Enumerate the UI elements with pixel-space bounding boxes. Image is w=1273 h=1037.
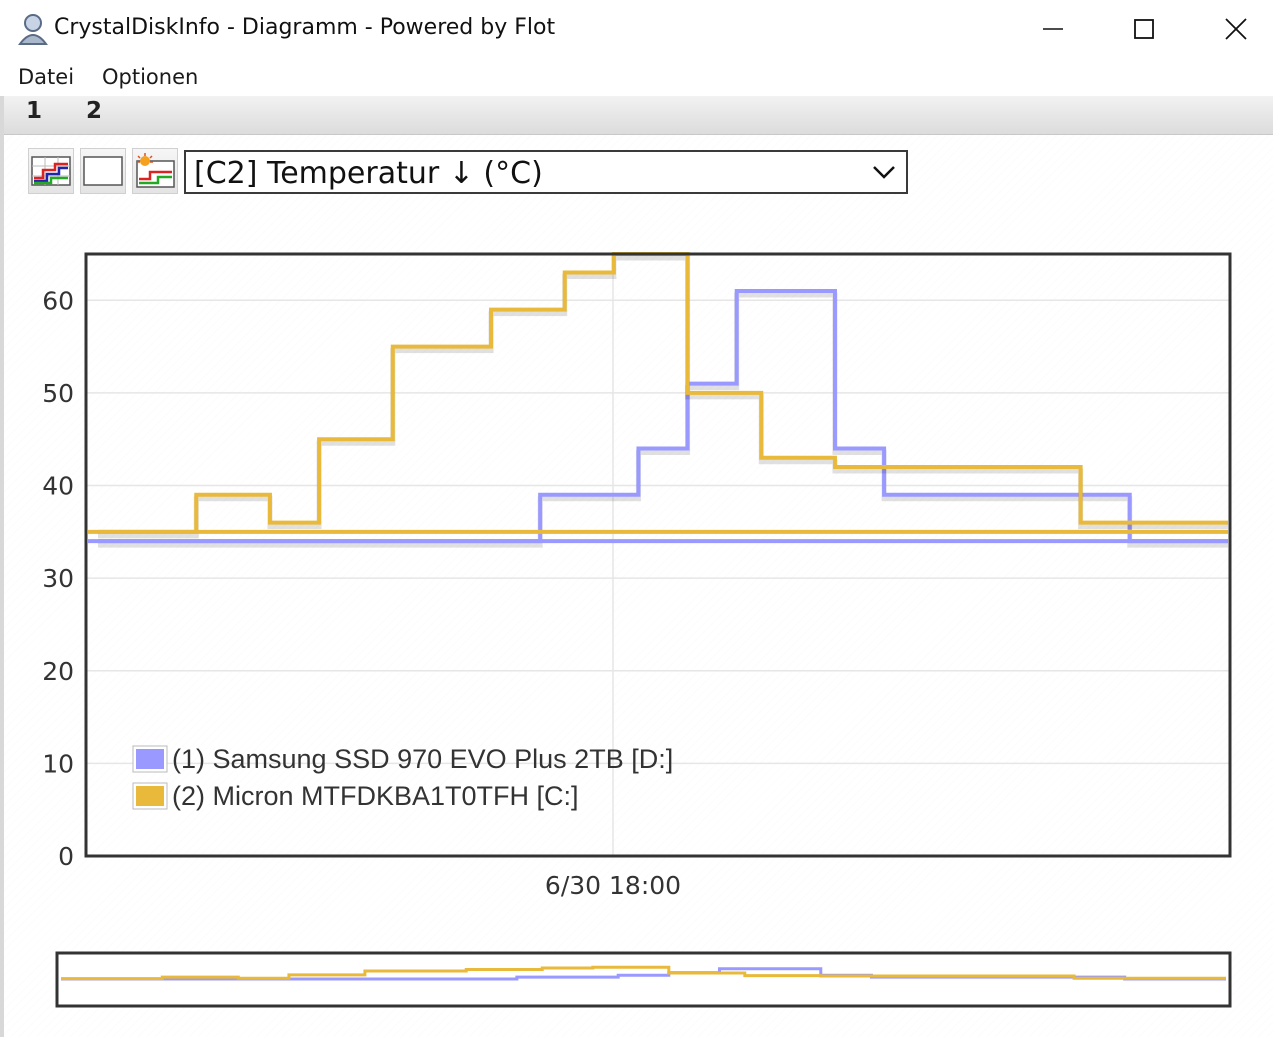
x-tick-label: 6/30 18:00 [545,871,681,900]
legend-swatch [136,786,164,806]
chart-legend: (1) Samsung SSD 970 EVO Plus 2TB [D:] (2)… [132,744,673,811]
legend-label: (2) Micron MTFDKBA1T0TFH [C:] [172,781,579,811]
y-tick-label: 40 [42,472,74,501]
temperature-chart: 0 10 20 30 40 50 60 6/30 18:00 (1) Samsung SSD… [42,252,1232,1008]
x-axis-ticks: 6/30 18:00 [545,871,681,900]
y-tick-label: 20 [42,657,74,686]
y-tick-label: 0 [58,842,74,871]
y-axis-ticks: 0 10 20 30 40 50 60 [42,286,74,871]
legend-label: (1) Samsung SSD 970 EVO Plus 2TB [D:] [172,744,673,774]
chart-series [88,252,1228,548]
legend-swatch [136,749,164,769]
y-tick-label: 60 [42,286,74,315]
y-tick-label: 10 [42,749,74,778]
y-tick-label: 30 [42,564,74,593]
overview-chart[interactable] [55,951,1232,1008]
y-tick-label: 50 [42,379,74,408]
